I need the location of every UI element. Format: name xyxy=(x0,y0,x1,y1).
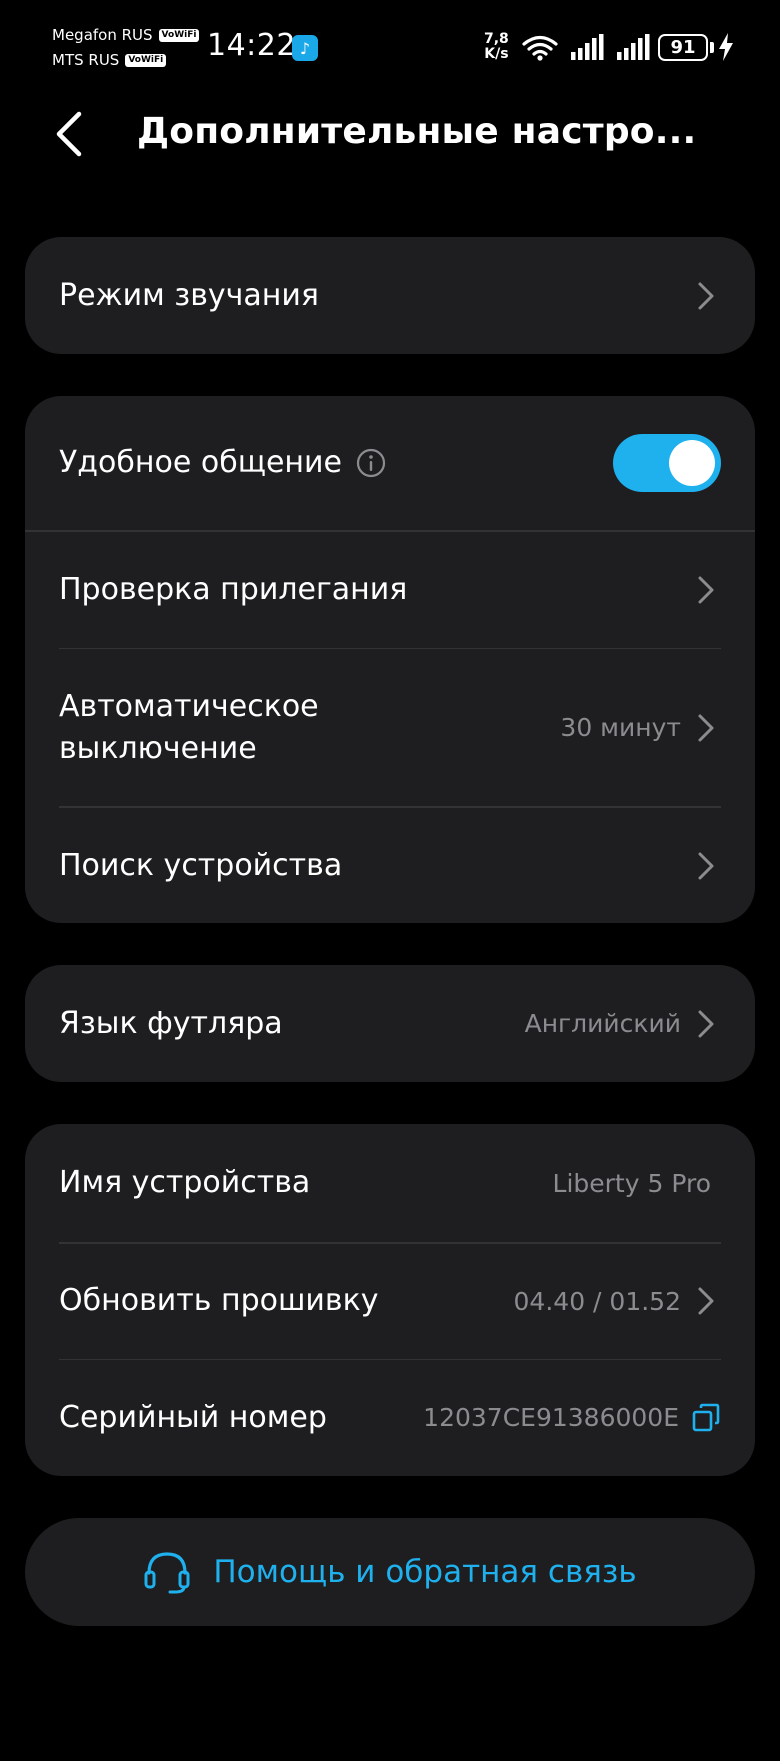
sound-mode-label: Режим звучания xyxy=(59,277,319,313)
case-language-card: Язык футляра Английский xyxy=(25,965,755,1082)
row-right: 12037CE91386000E xyxy=(423,1403,721,1433)
chevron-right-icon xyxy=(695,850,717,882)
vowifi-badge: VoWiFi xyxy=(158,28,200,42)
chevron-right-icon xyxy=(695,1008,717,1040)
signal-strength-icon-1 xyxy=(571,34,604,60)
serial-number-row: Серийный номер 12037CE91386000E xyxy=(25,1360,755,1475)
battery-indicator: 91 xyxy=(658,34,708,61)
carrier-1: Megafon RUS VoWiFi xyxy=(52,26,200,44)
charging-bolt-icon xyxy=(719,33,733,61)
case-language-value: Английский xyxy=(524,1009,681,1038)
case-language-label: Язык футляра xyxy=(59,1005,283,1041)
network-speed: 7,8 K/s xyxy=(484,32,509,62)
row-right: 04.40 / 01.52 xyxy=(514,1285,721,1317)
chevron-right-icon xyxy=(695,1285,717,1317)
headset-icon xyxy=(144,1552,190,1594)
wifi-icon xyxy=(522,35,558,61)
back-button[interactable] xyxy=(44,109,94,159)
auto-off-label-line2: выключение xyxy=(59,730,257,766)
chevron-right-icon xyxy=(695,712,717,744)
device-name-label: Имя устройства xyxy=(59,1165,311,1200)
row-right xyxy=(695,850,721,882)
comfort-talk-row: Удобное общение xyxy=(25,396,755,530)
row-right: 30 минут xyxy=(560,712,721,744)
fit-test-label: Проверка прилегания xyxy=(59,571,408,607)
music-app-notification-icon: ♪ xyxy=(292,35,318,61)
carrier-1-name: Megafon RUS xyxy=(52,26,153,44)
clock: 14:22 xyxy=(207,28,296,63)
row-right xyxy=(695,280,721,312)
page-title: Дополнительные настро... xyxy=(137,111,697,152)
firmware-row[interactable]: Обновить прошивку 04.40 / 01.52 xyxy=(25,1244,755,1359)
status-bar: Megafon RUS VoWiFi MTS RUS VoWiFi 14:22 … xyxy=(0,0,780,100)
row-right xyxy=(613,434,721,492)
device-name-value: Liberty 5 Pro xyxy=(552,1168,711,1198)
chevron-left-icon xyxy=(56,111,82,157)
device-info-card: Имя устройства Liberty 5 Pro Обновить пр… xyxy=(25,1124,755,1476)
serial-number-label: Серийный номер xyxy=(59,1399,327,1435)
serial-number-value: 12037CE91386000E xyxy=(423,1403,679,1432)
row-right xyxy=(695,574,721,606)
find-device-row[interactable]: Поиск устройства xyxy=(25,808,755,924)
help-feedback-label: Помощь и обратная связь xyxy=(213,1554,637,1590)
vowifi-badge: VoWiFi xyxy=(125,53,167,67)
header: Дополнительные настро... xyxy=(0,95,780,171)
fit-test-row[interactable]: Проверка прилегания xyxy=(25,532,755,648)
find-device-label: Поиск устройства xyxy=(59,847,343,883)
auto-off-value: 30 минут xyxy=(560,713,681,742)
row-right: Английский xyxy=(525,1008,721,1040)
help-feedback-button[interactable]: Помощь и обратная связь xyxy=(25,1518,755,1626)
row-right: Liberty 5 Pro xyxy=(553,1169,721,1198)
chevron-right-icon xyxy=(695,574,717,606)
device-name-row: Имя устройства Liberty 5 Pro xyxy=(25,1124,755,1242)
firmware-label: Обновить прошивку xyxy=(59,1283,379,1318)
battery-level: 91 xyxy=(670,37,696,58)
sound-mode-row[interactable]: Режим звучания xyxy=(25,237,755,354)
info-icon[interactable] xyxy=(356,448,386,478)
carrier-2-name: MTS RUS xyxy=(52,51,120,69)
battery-cap xyxy=(710,42,714,53)
signal-strength-icon-2 xyxy=(617,34,650,60)
auto-off-label: Автоматическое выключение xyxy=(59,686,319,770)
copy-icon[interactable] xyxy=(691,1403,721,1433)
sound-mode-card: Режим звучания xyxy=(25,237,755,354)
network-speed-value: 7,8 xyxy=(484,31,509,47)
auto-off-label-line1: Автоматическое xyxy=(59,688,319,724)
network-speed-unit: K/s xyxy=(484,46,509,62)
chevron-right-icon xyxy=(695,280,717,312)
comfort-talk-label: Удобное общение xyxy=(59,445,342,480)
case-language-row[interactable]: Язык футляра Английский xyxy=(25,965,755,1082)
comfort-talk-toggle[interactable] xyxy=(613,434,721,492)
carrier-2: MTS RUS VoWiFi xyxy=(52,51,167,69)
toggle-knob xyxy=(669,440,715,486)
auto-off-row[interactable]: Автоматическое выключение 30 минут xyxy=(25,649,755,806)
features-card: Удобное общение Проверка прилегания Авто… xyxy=(25,396,755,923)
firmware-value: 04.40 / 01.52 xyxy=(513,1286,681,1316)
